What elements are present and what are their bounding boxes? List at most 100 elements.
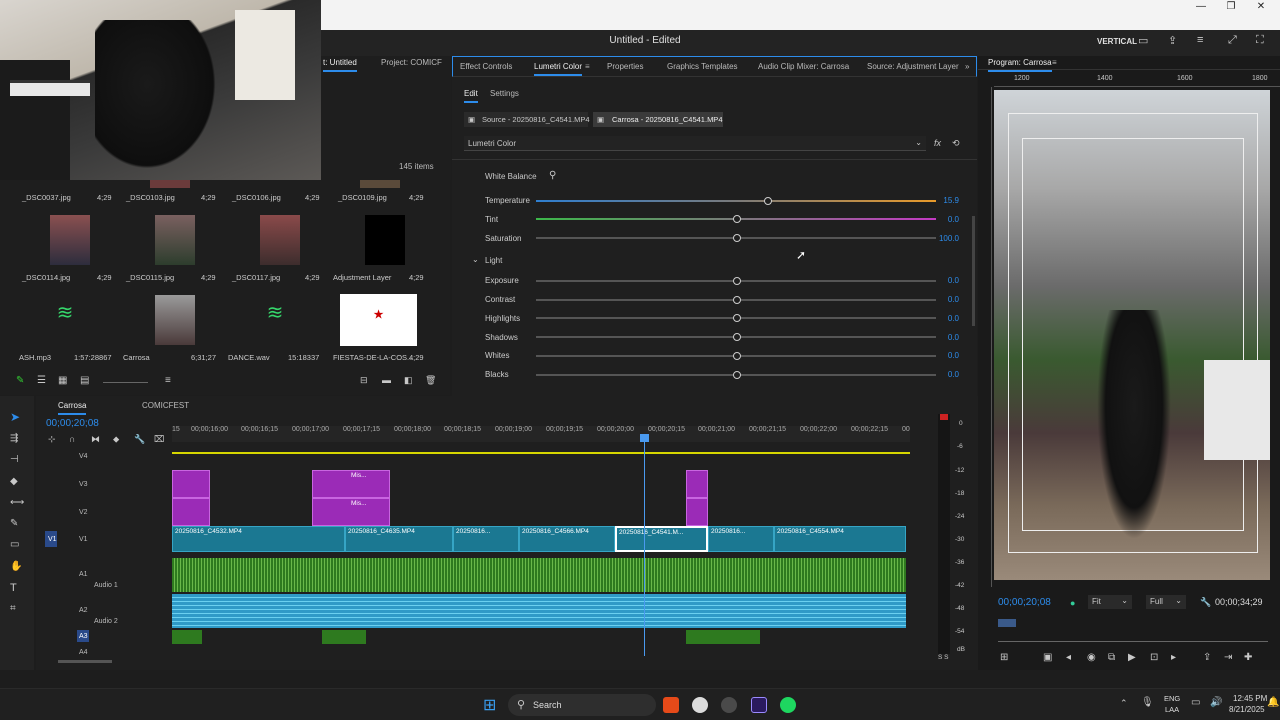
slider-knob[interactable] bbox=[733, 352, 741, 360]
slip-icon[interactable]: ⟷ bbox=[10, 497, 24, 508]
microphone-icon[interactable]: 🎙 bbox=[1141, 697, 1154, 708]
exposure-slider[interactable] bbox=[536, 277, 936, 285]
eyedropper-icon[interactable]: ⚲ bbox=[549, 170, 556, 181]
scrollbar[interactable] bbox=[972, 216, 975, 326]
razor-icon[interactable]: ◆ bbox=[10, 476, 18, 487]
thumbnail[interactable] bbox=[50, 215, 90, 265]
item-name[interactable]: Adjustment Layer bbox=[333, 273, 391, 282]
linked-icon[interactable]: ⧓ bbox=[91, 434, 100, 445]
volume-icon[interactable]: 🔊 bbox=[1210, 697, 1222, 708]
item-name[interactable]: DANCE.wav bbox=[228, 353, 270, 362]
adjustment-clip[interactable] bbox=[686, 498, 708, 526]
item-name[interactable]: FIESTAS-DE-LA-COS... bbox=[333, 353, 413, 362]
contrast-value[interactable]: 0.0 bbox=[919, 295, 959, 304]
video-clip[interactable]: 20250816_C4566.MP4 bbox=[519, 526, 615, 552]
notification-icon[interactable]: 🔔 bbox=[1267, 697, 1279, 708]
item-name[interactable]: _DSC0117.jpg bbox=[232, 273, 280, 282]
premiere-icon[interactable] bbox=[751, 697, 767, 713]
tint-slider[interactable] bbox=[536, 215, 936, 223]
track-label-a1[interactable]: A1 bbox=[79, 571, 88, 578]
chevron-up-icon[interactable]: ⌃ bbox=[1120, 698, 1128, 709]
tab-lumetri-color[interactable]: Lumetri Color bbox=[534, 62, 583, 76]
temperature-value[interactable]: 15.9 bbox=[919, 196, 959, 205]
menu-icon[interactable]: ≡ bbox=[1052, 58, 1057, 67]
lift-icon[interactable]: ⇪ bbox=[1203, 652, 1211, 663]
folder-icon[interactable]: ▬ bbox=[382, 375, 391, 385]
close-icon[interactable]: ✕ bbox=[1246, 0, 1276, 16]
fit-dropdown[interactable]: Fit ⌄ bbox=[1088, 595, 1132, 609]
saturation-slider[interactable] bbox=[536, 234, 936, 242]
scrub-bar[interactable] bbox=[998, 641, 1268, 642]
thumbnail[interactable] bbox=[260, 215, 300, 265]
step-forward-icon[interactable]: ▸ bbox=[1171, 652, 1176, 663]
tab-effect-controls[interactable]: Effect Controls bbox=[460, 62, 512, 71]
tab-carrosa[interactable]: Carrosa bbox=[58, 401, 87, 415]
track-label-a2[interactable]: A2 bbox=[79, 607, 88, 614]
highlights-value[interactable]: 0.0 bbox=[919, 314, 959, 323]
meter-solo-label[interactable]: S S bbox=[938, 654, 948, 661]
icon-view-icon[interactable]: ▦ bbox=[58, 375, 67, 386]
pencil-icon[interactable]: ✎ bbox=[16, 375, 24, 386]
whites-value[interactable]: 0.0 bbox=[919, 351, 959, 360]
captions-tool-icon[interactable]: ⌗ bbox=[10, 603, 16, 614]
automate-icon[interactable]: ⊟ bbox=[360, 375, 368, 386]
selection-tool-icon[interactable]: ➤ bbox=[10, 410, 20, 424]
whites-slider[interactable] bbox=[536, 352, 936, 360]
tab-comicfest[interactable]: COMICFEST bbox=[142, 401, 189, 410]
pen-tool-icon[interactable]: ✎ bbox=[10, 518, 18, 529]
loop-icon[interactable]: ⊡ bbox=[1150, 652, 1158, 663]
slider-knob[interactable] bbox=[733, 277, 741, 285]
waveform-icon[interactable]: ≋ bbox=[48, 300, 82, 334]
video-frame[interactable] bbox=[994, 90, 1270, 580]
fx-icon[interactable]: fx bbox=[934, 138, 941, 148]
source-chip[interactable]: ▣ Source - 20250816_C4541.MP4 bbox=[464, 112, 590, 127]
menu-icon[interactable]: ≡ bbox=[1197, 34, 1203, 46]
ripple-edit-icon[interactable]: ⊣ bbox=[10, 454, 19, 465]
waveform-icon[interactable]: ≋ bbox=[258, 300, 292, 334]
slider-knob[interactable] bbox=[733, 296, 741, 304]
menu-icon[interactable]: ≡ bbox=[585, 62, 590, 71]
zoom-slider[interactable] bbox=[103, 382, 148, 383]
track-label-a4[interactable]: A4 bbox=[79, 649, 88, 656]
item-name[interactable]: ASH.mp3 bbox=[19, 353, 51, 362]
expand-icon[interactable]: ⤢ bbox=[1228, 34, 1237, 47]
video-clip[interactable]: 20250816_C4554.MP4 bbox=[774, 526, 906, 552]
windows-start-icon[interactable]: ⊞ bbox=[483, 695, 496, 715]
thumbnail[interactable] bbox=[155, 295, 195, 345]
thumbnail[interactable] bbox=[155, 215, 195, 265]
item-name[interactable]: _DSC0106.jpg bbox=[232, 193, 281, 202]
item-name[interactable]: _DSC0037.jpg bbox=[22, 193, 71, 202]
playhead-handle[interactable] bbox=[640, 434, 649, 442]
blacks-slider[interactable] bbox=[536, 371, 936, 379]
item-name[interactable]: _DSC0103.jpg bbox=[126, 193, 175, 202]
video-clip[interactable]: 20250816_C4635.MP4 bbox=[345, 526, 453, 552]
tab-untitled[interactable]: t: Untitled bbox=[323, 58, 357, 72]
captions-icon[interactable]: ⌧ bbox=[154, 434, 164, 445]
snap-icon[interactable]: ⊹ bbox=[48, 434, 56, 445]
playhead-marker[interactable] bbox=[998, 619, 1016, 627]
audio-clip-a1[interactable] bbox=[172, 558, 906, 592]
freeform-view-icon[interactable]: ▤ bbox=[80, 375, 89, 386]
add-marker-icon[interactable]: ⊞ bbox=[1000, 652, 1008, 663]
multicam-icon[interactable]: ⧉ bbox=[1108, 652, 1115, 663]
video-clip[interactable]: 20250816_C4532.MP4 bbox=[172, 526, 345, 552]
item-name[interactable]: _DSC0109.jpg bbox=[338, 193, 387, 202]
fullscreen-icon[interactable]: ⛶ bbox=[1256, 34, 1264, 47]
layout-icon[interactable]: ▭ bbox=[1138, 34, 1148, 47]
tab-graphics-templates[interactable]: Graphics Templates bbox=[667, 62, 738, 71]
search-box[interactable]: ⚲ Search bbox=[508, 694, 656, 716]
minimize-icon[interactable]: — bbox=[1186, 0, 1216, 16]
wrench-icon[interactable]: 🔧 bbox=[134, 434, 145, 445]
adjustment-clip[interactable] bbox=[172, 498, 210, 526]
obs-icon[interactable] bbox=[721, 697, 737, 713]
subtab-edit[interactable]: Edit bbox=[464, 89, 478, 103]
audio-clip-a3[interactable] bbox=[322, 630, 366, 644]
new-item-icon[interactable]: ◧ bbox=[404, 375, 413, 386]
shadows-value[interactable]: 0.0 bbox=[919, 333, 959, 342]
track-label-v3[interactable]: V3 bbox=[79, 481, 88, 488]
track-label-a3[interactable]: A3 bbox=[79, 633, 88, 640]
light-section-label[interactable]: Light bbox=[485, 256, 502, 265]
type-tool-icon[interactable]: T bbox=[10, 582, 17, 594]
temperature-slider[interactable] bbox=[536, 197, 936, 205]
reset-icon[interactable]: ⟲ bbox=[952, 138, 960, 149]
